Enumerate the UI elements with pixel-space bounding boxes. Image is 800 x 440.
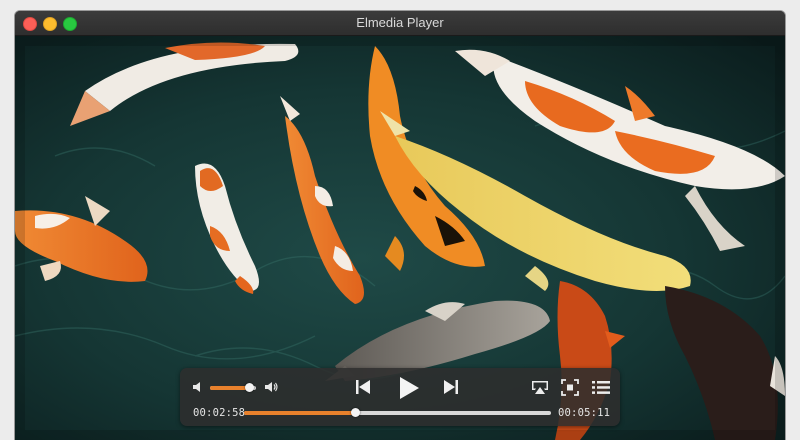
seek-bar[interactable] bbox=[244, 408, 551, 417]
player-window: Elmedia Player 00:02:58 00:05:11 bbox=[15, 11, 785, 440]
playlist-icon bbox=[592, 381, 610, 394]
airplay-icon bbox=[532, 381, 548, 394]
fit-screen-button[interactable] bbox=[561, 379, 579, 396]
title-bar[interactable]: Elmedia Player bbox=[15, 11, 785, 36]
volume-low-icon[interactable] bbox=[192, 381, 204, 393]
skip-previous-icon bbox=[356, 380, 370, 394]
airplay-button[interactable] bbox=[531, 380, 549, 395]
elapsed-time: 00:02:58 bbox=[193, 407, 246, 419]
volume-high-icon[interactable] bbox=[264, 381, 278, 393]
window-title: Elmedia Player bbox=[356, 15, 444, 30]
remaining-time: 00:05:11 bbox=[558, 407, 611, 419]
volume-slider-knob[interactable] bbox=[245, 383, 255, 392]
play-icon bbox=[400, 377, 419, 399]
seek-progress-fill bbox=[244, 411, 355, 415]
volume-slider[interactable] bbox=[210, 383, 256, 392]
skip-previous-button[interactable] bbox=[354, 379, 372, 395]
volume-level-fill bbox=[210, 386, 250, 390]
fit-screen-icon bbox=[561, 379, 579, 396]
skip-next-button[interactable] bbox=[442, 379, 460, 395]
play-button[interactable] bbox=[398, 376, 420, 400]
skip-next-icon bbox=[444, 380, 458, 394]
playback-controls-panel: 00:02:58 00:05:11 bbox=[180, 368, 620, 426]
playlist-button[interactable] bbox=[592, 380, 610, 395]
seek-bar-knob[interactable] bbox=[350, 408, 360, 417]
